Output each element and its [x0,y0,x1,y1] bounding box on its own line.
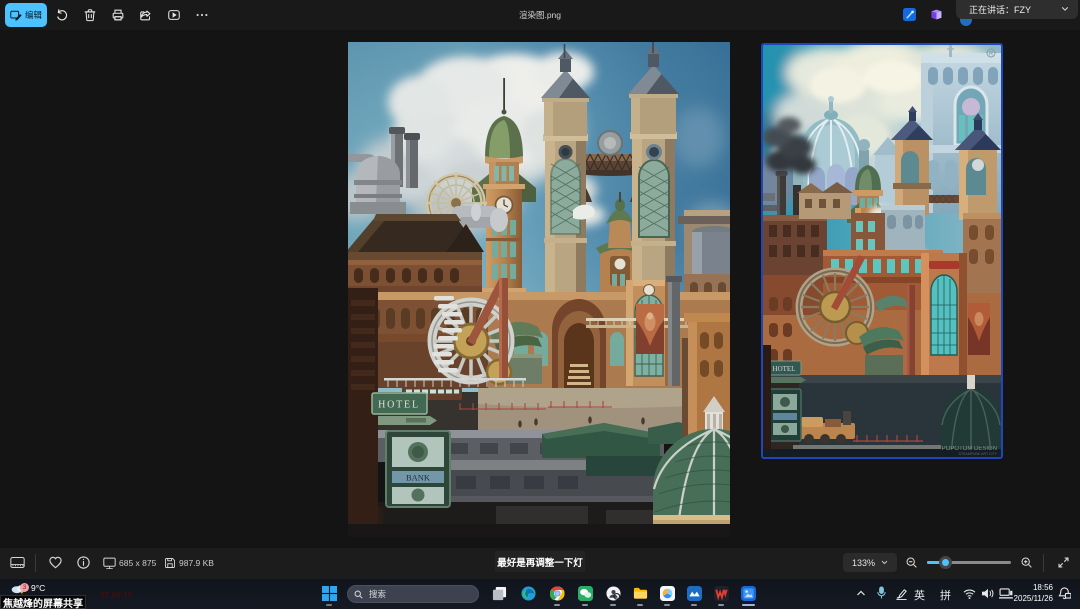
svg-text:STEAMPUNK ART CITY: STEAMPUNK ART CITY [959,452,998,456]
svg-text:HOTEL: HOTEL [378,400,420,411]
svg-text:R: R [989,52,994,58]
svg-text:HOTEL: HOTEL [773,365,796,373]
svg-text:BANK: BANK [406,473,431,483]
